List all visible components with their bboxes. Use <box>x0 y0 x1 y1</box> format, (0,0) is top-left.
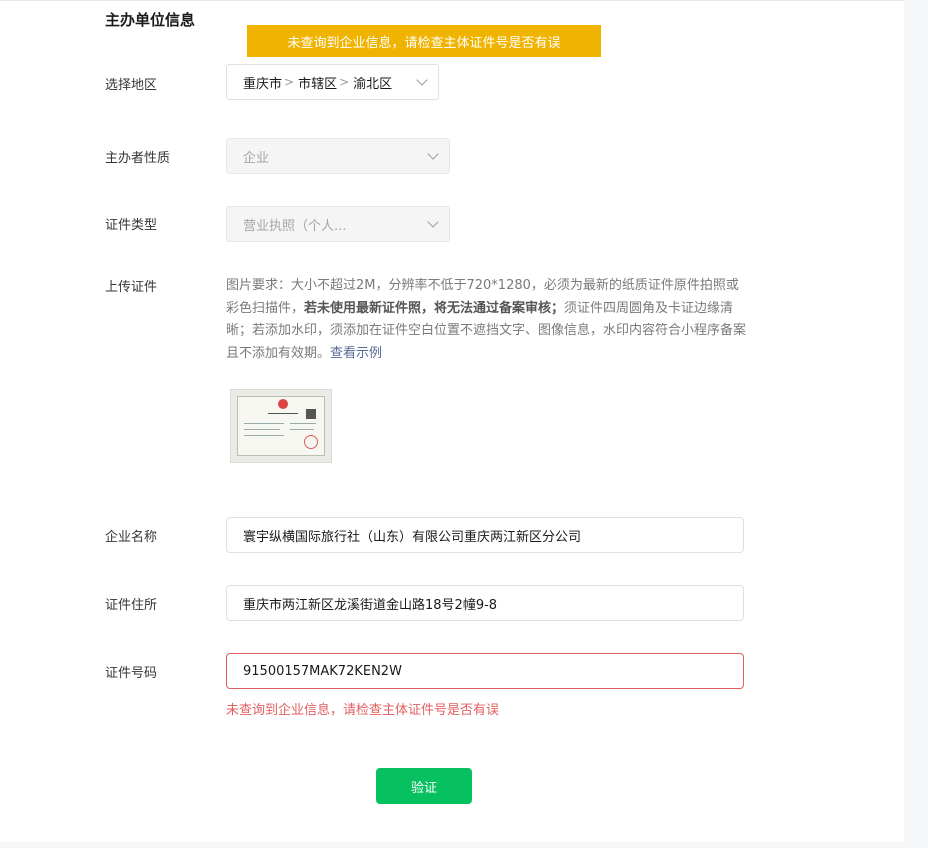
upload-label: 上传证件 <box>105 280 158 295</box>
emblem-icon <box>278 399 288 409</box>
cert-number-input[interactable]: 91500157MAK72KEN2W <box>226 653 744 689</box>
seal-icon <box>304 435 318 449</box>
license-text-line <box>244 435 284 436</box>
region-city: 市辖区 <box>298 76 338 92</box>
uploaded-license-image[interactable] <box>230 389 332 463</box>
organizer-type-select[interactable]: 企业 <box>226 138 450 174</box>
region-district: 渝北区 <box>353 76 393 92</box>
license-text-line <box>244 429 280 430</box>
section-title: 主办单位信息 <box>105 11 196 29</box>
region-select[interactable]: 重庆市 > 市辖区 > 渝北区 <box>226 64 439 100</box>
upload-requirements: 图片要求：大小不超过2M，分辨率不低于720*1280，必须为最新的纸质证件原件… <box>226 275 746 365</box>
company-name-input[interactable]: 寰宇纵横国际旅行社（山东）有限公司重庆两江新区分公司 <box>226 517 744 553</box>
chevron-down-icon <box>416 74 428 86</box>
cert-address-label: 证件住所 <box>105 598 158 613</box>
license-document <box>237 396 325 456</box>
license-text-line <box>290 429 314 430</box>
chevron-right-icon: > <box>339 75 350 89</box>
chevron-down-icon <box>427 216 439 228</box>
organizer-type-label: 主办者性质 <box>105 151 171 166</box>
view-example-link[interactable]: 查看示例 <box>330 346 382 361</box>
error-toast: 未查询到企业信息，请检查主体证件号是否有误 <box>247 25 601 57</box>
chevron-down-icon <box>427 148 439 160</box>
cert-address-input[interactable]: 重庆市两江新区龙溪街道金山路18号2幢9-8 <box>226 585 744 621</box>
license-text-line <box>290 423 316 424</box>
chevron-right-icon: > <box>284 75 295 89</box>
upload-desc-bold: 若未使用最新证件照，将无法通过备案审核； <box>304 300 565 316</box>
qr-code-icon <box>306 409 316 419</box>
cert-type-value: 营业执照（个人... <box>243 218 347 234</box>
cert-type-label: 证件类型 <box>105 218 158 233</box>
license-text-line <box>244 423 284 424</box>
region-province: 重庆市 <box>243 76 283 92</box>
region-label: 选择地区 <box>105 78 158 93</box>
organizer-type-value: 企业 <box>243 150 270 166</box>
cert-number-label: 证件号码 <box>105 666 158 681</box>
cert-number-error: 未查询到企业信息，请检查主体证件号是否有误 <box>226 703 500 718</box>
cert-type-select[interactable]: 营业执照（个人... <box>226 206 450 242</box>
form-card: 主办单位信息 未查询到企业信息，请检查主体证件号是否有误 选择地区 重庆市 > … <box>0 0 904 842</box>
verify-button[interactable]: 验证 <box>376 768 472 804</box>
license-title-line <box>268 413 298 414</box>
company-name-label: 企业名称 <box>105 530 158 545</box>
